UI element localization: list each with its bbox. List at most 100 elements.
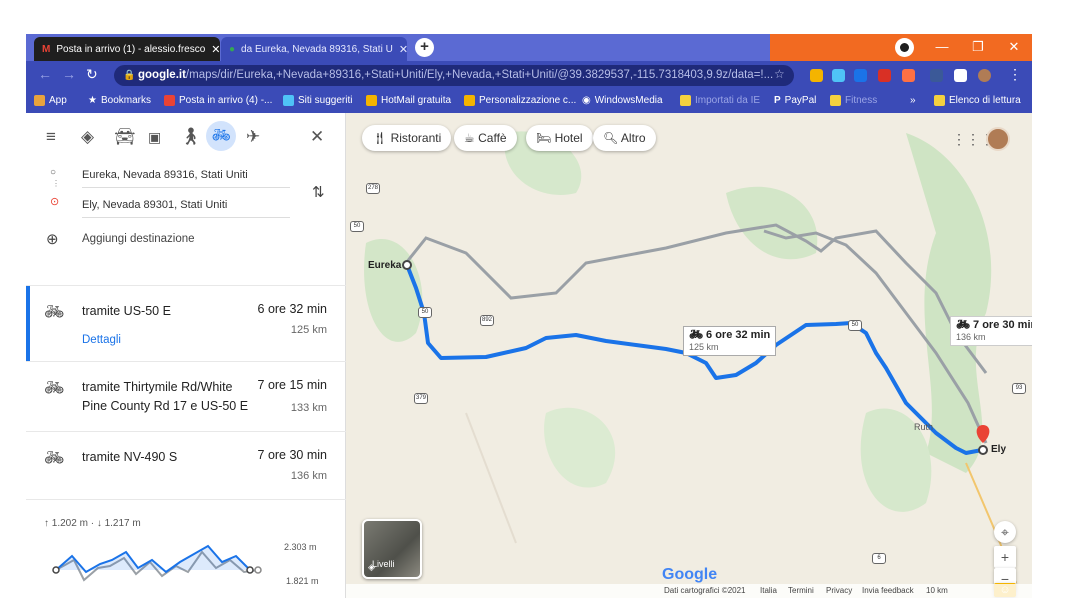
route-option[interactable]: 🚲︎ tramite Thirtymile Rd/White Pine Coun… <box>26 361 346 431</box>
route-option[interactable]: 🚲︎ tramite NV-490 S 7 ore 30 min 136 km <box>26 431 346 499</box>
scale-bar[interactable]: 10 km <box>926 586 948 595</box>
swap-icon[interactable]: ⇅ <box>312 183 325 201</box>
footer-link[interactable]: Privacy <box>826 586 852 595</box>
extension-icon[interactable] <box>878 69 891 82</box>
highway-shield: 6 <box>872 553 886 564</box>
bookmarks-bar: App ★ Bookmarks Posta in arrivo (4) -... … <box>26 90 1032 113</box>
my-location-button[interactable]: ⌖ <box>994 521 1016 543</box>
bookmark-reading-list[interactable]: Elenco di lettura <box>934 95 1021 106</box>
highway-shield: 50 <box>848 320 862 331</box>
bookmark-importati[interactable]: Importati da IE <box>680 95 760 106</box>
windows-icon <box>464 95 475 106</box>
bookmark-bookmarks[interactable]: ★ Bookmarks <box>88 95 151 106</box>
globe-icon: ◉ <box>582 95 591 106</box>
facebook-icon[interactable] <box>930 69 943 82</box>
bookmark-siti-suggeriti[interactable]: Siti suggeriti <box>283 95 352 106</box>
close-tab-icon[interactable]: ✕ <box>399 43 408 56</box>
back-icon[interactable]: ← <box>38 66 52 82</box>
folder-icon <box>830 95 841 106</box>
zoom-in-button[interactable]: + <box>994 546 1016 568</box>
footer-link[interactable]: Termini <box>788 586 814 595</box>
bookmark-hotmail[interactable]: HotMail gratuita <box>366 95 451 106</box>
new-tab-button[interactable]: + <box>415 38 434 57</box>
highway-shield: 50 <box>418 307 432 318</box>
puzzle-icon[interactable] <box>954 69 967 82</box>
close-tab-icon[interactable]: ✕ <box>211 43 220 56</box>
directions-panel: ≡ ◈ 🚘︎ ▣ 🚶︎ 🚲︎ ✈ ✕ ○ ⋮ ⊙ Eureka, Nevada … <box>26 113 346 598</box>
extension-icon[interactable] <box>854 69 867 82</box>
layers-button[interactable]: ◈ Livelli <box>362 519 422 579</box>
best-route-icon[interactable]: ◈ <box>81 127 94 147</box>
address-bar[interactable]: 🔒 google.it/maps/dir/Eureka,+Nevada+8931… <box>114 65 794 86</box>
bookmark-personalizzazione[interactable]: Personalizzazione c... <box>464 95 576 106</box>
coffee-icon: ☕︎ <box>464 131 475 145</box>
tab-maps[interactable]: ● da Eureka, Nevada 89316, Stati U ✕ <box>221 37 408 61</box>
avatar-icon[interactable] <box>978 69 991 82</box>
add-destination-link[interactable]: Aggiungi destinazione <box>82 233 195 245</box>
menu-dots-icon[interactable]: ⋮ <box>1008 66 1022 83</box>
car-icon[interactable]: 🚘︎ <box>114 127 136 147</box>
walk-icon[interactable]: 🚶︎ <box>180 127 202 147</box>
bookmark-paypal[interactable]: P PayPal <box>774 95 816 106</box>
flight-icon[interactable]: ✈ <box>246 127 260 147</box>
bike-icon: 🚲︎ <box>956 319 970 331</box>
map-canvas[interactable]: 🍴︎ Ristoranti ☕︎ Caffè 🛏︎ Hotel 🔍︎ Altro… <box>346 113 1032 598</box>
minimize-button[interactable]: — <box>924 34 960 61</box>
travel-modes: ≡ ◈ 🚘︎ ▣ 🚶︎ 🚲︎ ✈ ✕ <box>26 113 346 159</box>
elevation-chart <box>52 544 262 582</box>
add-icon[interactable]: ⊕ <box>46 230 59 248</box>
address-row: ← → ↻ 🔒 google.it/maps/dir/Eureka,+Nevad… <box>26 61 1032 90</box>
bookmark-fitness[interactable]: Fitness <box>830 95 877 106</box>
chip-cafes[interactable]: ☕︎ Caffè <box>454 125 517 151</box>
origin-dot-icon: ○ <box>50 167 57 178</box>
route-inputs: ○ ⋮ ⊙ Eureka, Nevada 89316, Stati Uniti … <box>26 159 346 269</box>
reload-icon[interactable]: ↻ <box>86 66 98 83</box>
tab-gmail[interactable]: M Posta in arrivo (1) - alessio.fresco ✕ <box>34 37 221 61</box>
reading-list-icon <box>934 95 945 106</box>
details-link[interactable]: Dettagli <box>82 334 121 346</box>
transit-icon[interactable]: ▣ <box>148 129 161 146</box>
route-callout[interactable]: 🚲︎ 6 ore 32 min 125 km <box>683 326 777 356</box>
route-callout[interactable]: 🚲︎ 7 ore 30 min 136 km <box>950 316 1032 346</box>
avatar[interactable] <box>986 127 1010 151</box>
google-logo: Google <box>662 566 718 583</box>
star-icon: ★ <box>88 95 97 106</box>
layers-icon: ◈ Livelli <box>368 559 395 572</box>
elevation-profile: ↑ 1.202 m · ↓ 1.217 m 2.303 m 1.821 m <box>26 499 346 598</box>
chip-hotels[interactable]: 🛏︎ Hotel <box>526 125 593 151</box>
destination-input[interactable]: Ely, Nevada 89301, Stati Uniti <box>82 192 290 218</box>
bookmark-posta[interactable]: Posta in arrivo (4) -... <box>164 95 272 106</box>
bookmark-windowsmedia[interactable]: ◉ WindowsMedia <box>582 95 663 106</box>
star-icon[interactable]: ☆ <box>774 67 785 81</box>
forward-icon[interactable]: → <box>62 66 76 82</box>
gmail-icon: M <box>42 43 51 55</box>
close-icon[interactable]: ✕ <box>310 127 324 147</box>
footer-link[interactable]: Invia feedback <box>862 586 914 595</box>
city-label: Ely <box>991 444 1007 455</box>
extension-icon[interactable] <box>832 69 845 82</box>
windows-icon <box>366 95 377 106</box>
menu-icon[interactable]: ≡ <box>46 127 56 147</box>
town-label: Ruth <box>914 422 934 432</box>
title-bar: M Posta in arrivo (1) - alessio.fresco ✕… <box>26 34 1032 61</box>
highway-shield: 50 <box>350 221 364 232</box>
close-window-button[interactable]: ✕ <box>996 34 1032 61</box>
bike-icon: 🚲︎ <box>689 329 703 341</box>
profile-icon[interactable] <box>895 38 914 57</box>
highway-shield: 892 <box>480 315 494 326</box>
bookmarks-more[interactable]: » <box>910 95 916 106</box>
route-option[interactable]: 🚲︎ tramite US-50 E 6 ore 32 min 125 km D… <box>26 285 346 361</box>
extension-icon[interactable] <box>902 69 915 82</box>
bookmark-app[interactable]: App <box>34 95 67 106</box>
search-icon: 🔍︎ <box>603 131 619 145</box>
chip-more[interactable]: 🔍︎ Altro <box>593 125 656 151</box>
maximize-button[interactable]: ❐ <box>960 34 996 61</box>
lock-icon: 🔒 <box>123 70 136 81</box>
bike-icon[interactable]: 🚲︎ <box>206 121 236 151</box>
chip-restaurants[interactable]: 🍴︎ Ristoranti <box>362 125 452 151</box>
footer-link[interactable]: Italia <box>760 586 777 595</box>
gmail-icon <box>164 95 175 106</box>
origin-input[interactable]: Eureka, Nevada 89316, Stati Uniti <box>82 162 290 188</box>
paypal-icon: P <box>774 95 781 106</box>
extension-icon[interactable] <box>810 69 823 82</box>
